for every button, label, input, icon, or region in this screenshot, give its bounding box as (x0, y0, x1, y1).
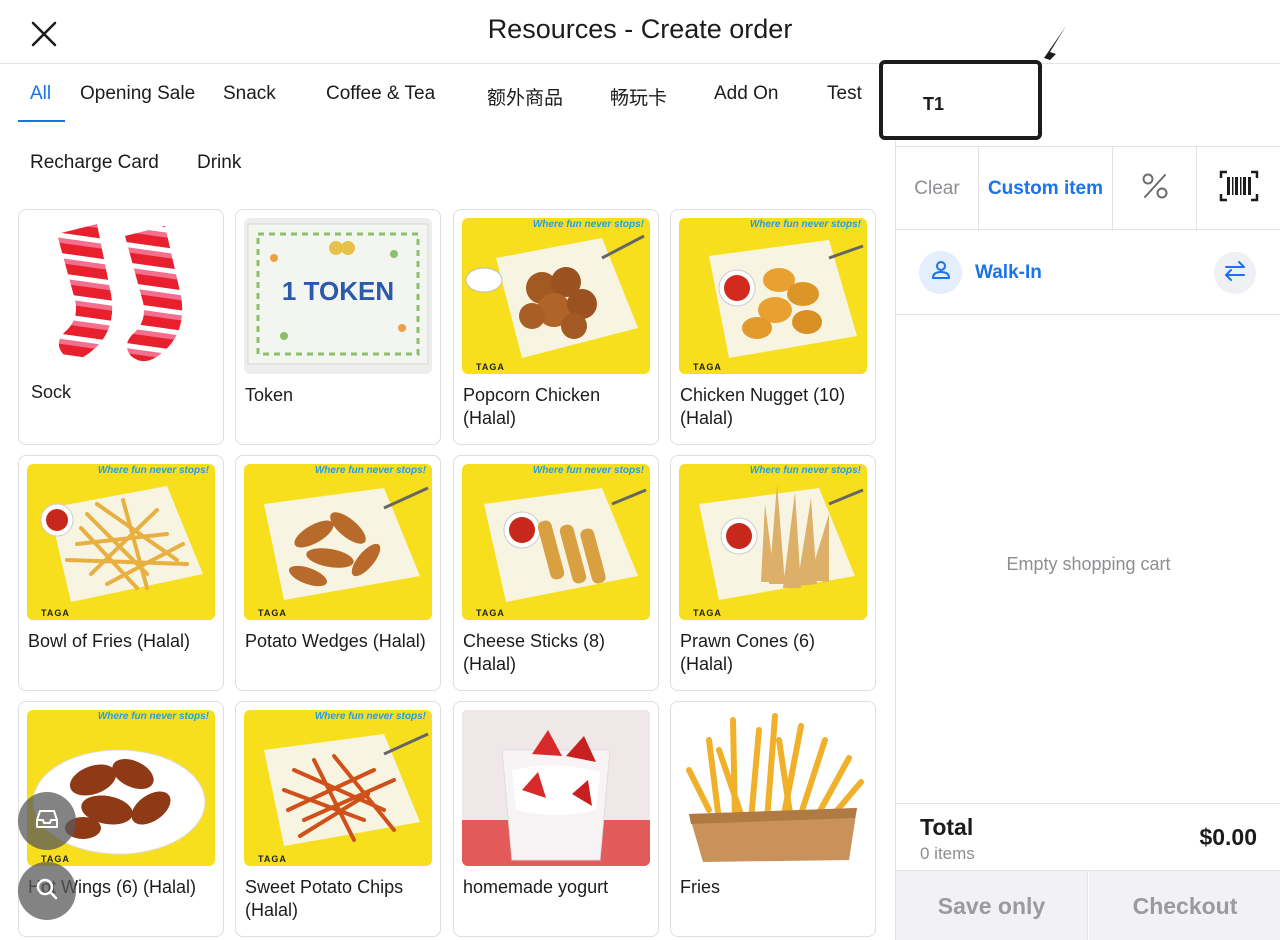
header-bar: Resources - Create order (0, 0, 1280, 64)
tab-opening-sale[interactable]: Opening Sale (80, 83, 195, 105)
tray-icon (34, 808, 60, 835)
tray-floating-button[interactable] (18, 792, 76, 850)
customer-name: Walk-In (975, 262, 1042, 283)
photo-brand: TAGA (476, 362, 505, 372)
potato-wedges-image: Where fun never stops! TAGA (244, 464, 432, 620)
swap-arrows-icon (1223, 260, 1247, 287)
product-card-prawn-cones[interactable]: Where fun never stops! TAGA Prawn Cones … (670, 455, 876, 691)
page-title: Resources - Create order (487, 14, 793, 44)
customer-row[interactable]: Walk-In (896, 230, 1280, 315)
product-card-homemade-yogurt[interactable]: homemade yogurt (453, 701, 659, 937)
scan-barcode-button[interactable] (1197, 147, 1280, 231)
product-name: Sock (31, 382, 72, 402)
tab-recharge-card[interactable]: Recharge Card (30, 152, 159, 174)
product-name: Cheese Sticks (8) (Halal) (463, 631, 606, 674)
photo-brand: TAGA (693, 608, 722, 618)
search-icon (34, 876, 60, 907)
pointer-arrow-icon (1040, 26, 1066, 70)
custom-item-button[interactable]: Custom item (979, 147, 1113, 231)
photo-tagline: Where fun never stops! (749, 219, 861, 230)
token-card-image: 1 TOKEN (244, 218, 432, 374)
total-label: Total (920, 814, 974, 840)
photo-brand: TAGA (258, 854, 287, 864)
cheese-sticks-image: Where fun never stops! TAGA (462, 464, 650, 620)
active-tab-indicator (18, 120, 65, 122)
barcode-icon (1219, 170, 1259, 208)
product-name: Fries (680, 877, 720, 897)
product-name: Potato Wedges (Halal) (245, 631, 426, 651)
table-number: T1 (923, 94, 945, 114)
photo-brand: TAGA (693, 362, 722, 372)
chicken-nugget-image: Where fun never stops! TAGA (679, 218, 867, 374)
table-selector[interactable]: T1 (879, 60, 1042, 140)
product-card-cheese-sticks[interactable]: Where fun never stops! TAGA Cheese Stick… (453, 455, 659, 691)
tab-snack[interactable]: Snack (223, 83, 276, 105)
product-card-sock[interactable]: Sock (18, 209, 224, 445)
product-name: Prawn Cones (6) (Halal) (680, 631, 816, 674)
photo-tagline: Where fun never stops! (97, 465, 209, 476)
photo-tagline: Where fun never stops! (532, 465, 644, 476)
cart-toolbar: Clear Custom item (896, 146, 1280, 231)
fries-basket-image: Where fun never stops! TAGA (27, 464, 215, 620)
tab-all[interactable]: All (30, 83, 51, 105)
tab-drink[interactable]: Drink (197, 152, 241, 174)
product-name: Chicken Nugget (10) (Halal) (680, 385, 846, 428)
product-name: homemade yogurt (463, 877, 609, 897)
tab-extra-items[interactable]: 额外商品 (487, 83, 563, 110)
product-name: Token (245, 385, 294, 405)
switch-customer-button[interactable] (1214, 252, 1256, 294)
total-value: $0.00 (1199, 824, 1257, 850)
product-name: Sweet Potato Chips (Halal) (245, 877, 404, 920)
product-card-fries[interactable]: Fries (670, 701, 876, 937)
photo-tagline: Where fun never stops! (314, 711, 426, 722)
save-only-button[interactable]: Save only (896, 871, 1088, 940)
product-card-potato-wedges[interactable]: Where fun never stops! TAGA Potato Wedge… (235, 455, 441, 691)
percent-icon (1140, 171, 1170, 207)
person-icon (930, 259, 952, 286)
tab-play-card[interactable]: 畅玩卡 (610, 83, 667, 110)
socks-image (27, 218, 215, 374)
order-actions: Save only Checkout (896, 870, 1280, 940)
photo-tagline: Where fun never stops! (532, 219, 644, 230)
sweet-potato-chips-image: Where fun never stops! TAGA (244, 710, 432, 866)
product-card-token[interactable]: 1 TOKEN Token (235, 209, 441, 445)
token-image-text: 1 TOKEN (282, 276, 394, 306)
product-name: Popcorn Chicken (Halal) (463, 385, 601, 428)
fries-box-image (679, 710, 867, 866)
photo-brand: TAGA (476, 608, 505, 618)
prawn-cones-image: Where fun never stops! TAGA (679, 464, 867, 620)
tab-add-on[interactable]: Add On (714, 83, 778, 105)
checkout-button[interactable]: Checkout (1089, 871, 1280, 940)
category-tabs: All Opening Sale Snack Coffee & Tea 额外商品… (0, 64, 880, 210)
avatar (919, 251, 962, 294)
photo-tagline: Where fun never stops! (749, 465, 861, 476)
discount-button[interactable] (1113, 147, 1197, 231)
product-card-bowl-of-fries[interactable]: Where fun never stops! TAGA Bowl of Frie… (18, 455, 224, 691)
item-count: 0 items (920, 844, 975, 863)
tab-coffee-tea[interactable]: Coffee & Tea (326, 83, 435, 105)
search-floating-button[interactable] (18, 862, 76, 920)
empty-cart-message: Empty shopping cart (1006, 554, 1171, 574)
product-card-popcorn-chicken[interactable]: Where fun never stops! TAGA Popcorn Chic… (453, 209, 659, 445)
product-name: Bowl of Fries (Halal) (28, 631, 191, 651)
clear-button[interactable]: Clear (896, 147, 979, 231)
photo-tagline: Where fun never stops! (97, 711, 209, 722)
product-card-sweet-potato-chips[interactable]: Where fun never stops! TAGA Sweet Potato… (235, 701, 441, 937)
popcorn-chicken-image: Where fun never stops! TAGA (462, 218, 650, 374)
product-card-chicken-nugget[interactable]: Where fun never stops! TAGA Chicken Nugg… (670, 209, 876, 445)
tab-test[interactable]: Test (827, 83, 862, 105)
photo-tagline: Where fun never stops! (314, 465, 426, 476)
yogurt-image (462, 710, 650, 866)
photo-brand: TAGA (41, 608, 70, 618)
photo-brand: TAGA (258, 608, 287, 618)
order-panel: Clear Custom item Walk-In Empty shopping… (895, 64, 1280, 940)
total-row: Total 0 items $0.00 (896, 803, 1280, 871)
